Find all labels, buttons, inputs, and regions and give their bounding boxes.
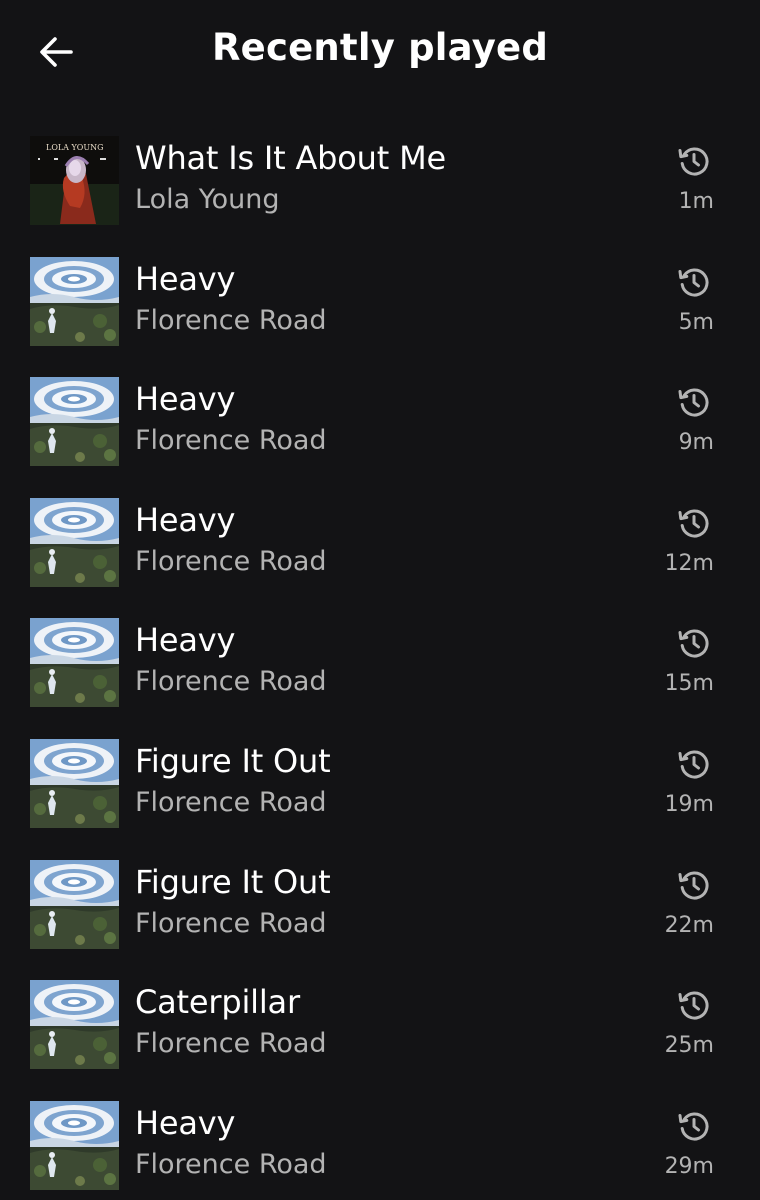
- cover-text: LOLA YOUNG: [46, 143, 103, 152]
- florence-road-cover: [30, 1100, 119, 1190]
- list-item[interactable]: Heavy Florence Road 5m: [0, 255, 760, 376]
- played-ago: 25m: [664, 1033, 714, 1059]
- played-ago: 15m: [664, 671, 714, 697]
- history-clock-icon: [678, 509, 709, 538]
- history-clock-icon: [678, 871, 709, 900]
- played-ago: 1m: [678, 189, 714, 214]
- played-ago: 9m: [678, 430, 714, 456]
- track-title: Heavy: [135, 500, 236, 539]
- recently-played-list: LOLA YOUNG What Is It About Me Lola Youn…: [0, 134, 760, 1200]
- list-item[interactable]: Caterpillar Florence Road 25m: [0, 978, 760, 1099]
- played-ago: 22m: [664, 912, 714, 938]
- track-title: Heavy: [135, 1103, 236, 1142]
- lola-young-cover: LOLA YOUNG: [30, 136, 119, 225]
- history-clock-icon: [678, 268, 709, 297]
- artist-name: Lola Young: [135, 184, 280, 215]
- recently-played-screen: Recently played LOLA YOUNG What Is It Ab…: [0, 0, 760, 1200]
- track-title: Heavy: [135, 621, 236, 660]
- artist-name: Florence Road: [135, 907, 327, 939]
- list-item[interactable]: Figure It Out Florence Road 19m: [0, 737, 760, 858]
- played-ago: 19m: [664, 791, 714, 817]
- artist-name: Florence Road: [135, 666, 327, 698]
- artist-name: Florence Road: [135, 545, 327, 577]
- track-title: Figure It Out: [135, 862, 331, 901]
- played-ago: 12m: [664, 550, 714, 576]
- history-clock-icon: [678, 750, 709, 779]
- header: Recently played: [0, 0, 760, 100]
- track-title: Caterpillar: [135, 983, 300, 1022]
- track-title: Figure It Out: [135, 741, 331, 780]
- list-item[interactable]: Heavy Florence Road 9m: [0, 375, 760, 496]
- track-title: What Is It About Me: [135, 139, 446, 177]
- artist-name: Florence Road: [135, 786, 327, 818]
- page-title: Recently played: [211, 26, 549, 69]
- history-clock-icon: [678, 991, 709, 1020]
- list-item[interactable]: Heavy Florence Road 12m: [0, 496, 760, 617]
- florence-road-cover: [30, 859, 119, 949]
- artist-name: Florence Road: [135, 304, 327, 336]
- list-item[interactable]: Heavy Florence Road 15m: [0, 616, 760, 737]
- list-item[interactable]: LOLA YOUNG What Is It About Me Lola Youn…: [0, 134, 760, 255]
- history-clock-icon: [678, 1112, 709, 1141]
- artist-name: Florence Road: [135, 1148, 327, 1180]
- played-ago: 5m: [678, 309, 714, 335]
- florence-road-cover: [30, 377, 119, 467]
- florence-road-cover: [30, 497, 119, 587]
- history-clock-icon: [678, 629, 709, 658]
- history-clock-icon: [678, 147, 709, 176]
- history-clock-icon: [678, 388, 709, 417]
- list-item[interactable]: Heavy Florence Road 29m: [0, 1099, 760, 1200]
- list-item[interactable]: Figure It Out Florence Road 22m: [0, 858, 760, 979]
- artist-name: Florence Road: [135, 1028, 327, 1060]
- played-ago: 29m: [664, 1153, 714, 1179]
- track-title: Heavy: [135, 259, 236, 298]
- florence-road-cover: [30, 980, 119, 1070]
- florence-road-cover: [30, 618, 119, 708]
- florence-road-cover: [30, 256, 119, 346]
- florence-road-cover: [30, 738, 119, 828]
- track-title: Heavy: [135, 380, 236, 419]
- artist-name: Florence Road: [135, 425, 327, 457]
